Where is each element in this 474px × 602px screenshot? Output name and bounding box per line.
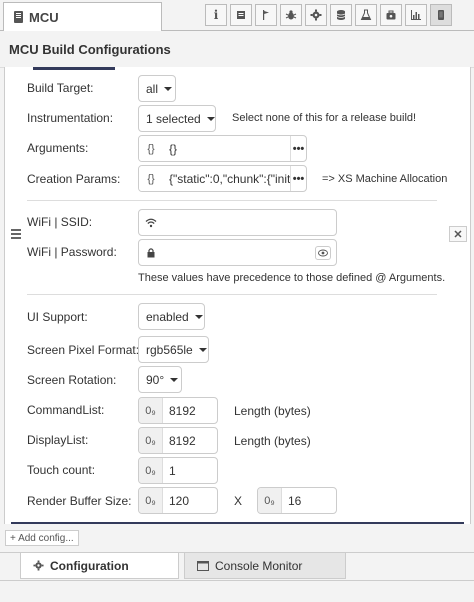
command-list-unit: Length (bytes) bbox=[234, 404, 311, 418]
chevron-down-icon bbox=[194, 314, 203, 319]
gear-icon[interactable] bbox=[305, 4, 327, 26]
mcu-tab-icon[interactable] bbox=[430, 4, 452, 26]
more-button[interactable]: ••• bbox=[290, 166, 306, 191]
number-icon: 0₉ bbox=[258, 488, 282, 513]
pixel-format-value: rgb565le bbox=[146, 342, 193, 357]
render-buffer-height-input[interactable]: 0₉ 16 bbox=[257, 487, 337, 514]
render-buffer-x: X bbox=[234, 494, 243, 508]
render-buffer-width-value: 120 bbox=[169, 493, 190, 508]
flag-icon[interactable] bbox=[255, 4, 277, 26]
mcu-icon bbox=[14, 11, 23, 23]
tab-console-monitor-label: Console Monitor bbox=[215, 558, 303, 573]
command-list-value: 8192 bbox=[169, 403, 196, 418]
top-tab-bar: MCU i bbox=[0, 0, 474, 31]
page-title: MCU Build Configurations bbox=[0, 32, 474, 68]
render-buffer-height-value: 16 bbox=[288, 493, 302, 508]
chevron-down-icon bbox=[170, 377, 179, 382]
touch-count-value: 1 bbox=[169, 463, 176, 478]
json-icon: {} bbox=[139, 166, 163, 191]
rotation-label: Screen Rotation: bbox=[27, 373, 117, 387]
creation-params-label: Creation Params: bbox=[27, 172, 121, 186]
database-icon[interactable] bbox=[330, 4, 352, 26]
wifi-password-input[interactable] bbox=[138, 239, 337, 266]
rotation-value: 90° bbox=[146, 372, 165, 387]
instrumentation-label: Instrumentation: bbox=[27, 111, 114, 125]
render-buffer-label: Render Buffer Size: bbox=[27, 494, 132, 508]
build-target-value: all bbox=[146, 81, 159, 96]
panel-bottom-accent bbox=[11, 522, 464, 524]
json-icon: {} bbox=[139, 136, 163, 161]
gear-icon bbox=[33, 560, 44, 571]
drag-handle-icon[interactable] bbox=[11, 229, 21, 241]
book-icon[interactable] bbox=[230, 4, 252, 26]
bottom-tab-bar: Configuration Console Monitor bbox=[0, 552, 474, 579]
render-buffer-width-input[interactable]: 0₉ 120 bbox=[138, 487, 218, 514]
flask-icon[interactable] bbox=[355, 4, 377, 26]
display-list-label: DisplayList: bbox=[27, 433, 89, 447]
lock-icon bbox=[139, 240, 163, 265]
ui-support-select[interactable]: enabled bbox=[138, 303, 205, 330]
tab-configuration-label: Configuration bbox=[50, 558, 129, 573]
instrumentation-note: Select none of this for a release build! bbox=[232, 112, 417, 124]
tab-configuration[interactable]: Configuration bbox=[20, 553, 179, 579]
status-bar bbox=[0, 580, 474, 602]
divider bbox=[27, 200, 437, 201]
number-icon: 0₉ bbox=[139, 458, 163, 483]
add-config-button[interactable]: + Add config... bbox=[5, 530, 79, 546]
display-list-input[interactable]: 0₉ 8192 bbox=[138, 427, 218, 454]
eye-icon[interactable] bbox=[315, 245, 331, 260]
command-list-label: CommandList: bbox=[27, 403, 105, 417]
close-icon[interactable]: ✕ bbox=[449, 226, 467, 242]
tab-console-monitor[interactable]: Console Monitor bbox=[184, 553, 346, 579]
build-target-label: Build Target: bbox=[27, 81, 94, 95]
touch-count-label: Touch count: bbox=[27, 463, 96, 477]
info-icon[interactable]: i bbox=[205, 4, 227, 26]
creation-params-input[interactable]: {} {"static":0,"chunk":{"initial": ••• bbox=[138, 165, 307, 192]
number-icon: 0₉ bbox=[139, 398, 163, 423]
sidebar-icon-strip: i bbox=[205, 4, 452, 26]
arguments-input[interactable]: {} {} ••• bbox=[138, 135, 307, 162]
pixel-format-label: Screen Pixel Format: bbox=[27, 343, 140, 357]
ui-support-label: UI Support: bbox=[27, 310, 88, 324]
chart-icon[interactable] bbox=[405, 4, 427, 26]
chevron-down-icon bbox=[206, 116, 215, 121]
bug-icon[interactable] bbox=[280, 4, 302, 26]
tab-mcu[interactable]: MCU bbox=[3, 2, 162, 31]
number-icon: 0₉ bbox=[139, 428, 163, 453]
config-panel: Build Target: all Instrumentation: 1 sel… bbox=[4, 67, 471, 524]
wifi-ssid-label: WiFi | SSID: bbox=[27, 215, 93, 229]
terminal-icon bbox=[197, 560, 209, 571]
number-icon: 0₉ bbox=[139, 488, 163, 513]
divider bbox=[27, 294, 437, 295]
wifi-icon bbox=[139, 210, 163, 235]
display-list-value: 8192 bbox=[169, 433, 196, 448]
suitcase-icon[interactable] bbox=[380, 4, 402, 26]
wifi-ssid-input[interactable] bbox=[138, 209, 337, 236]
pixel-format-select[interactable]: rgb565le bbox=[138, 336, 209, 363]
wifi-password-label: WiFi | Password: bbox=[27, 245, 117, 259]
rotation-select[interactable]: 90° bbox=[138, 366, 182, 393]
ui-support-value: enabled bbox=[146, 309, 189, 324]
creation-params-note: => XS Machine Allocation bbox=[322, 173, 448, 185]
creation-params-value: {"static":0,"chunk":{"initial": bbox=[169, 171, 290, 186]
instrumentation-value: 1 selected bbox=[146, 111, 201, 126]
chevron-down-icon bbox=[198, 347, 207, 352]
build-target-select[interactable]: all bbox=[138, 75, 176, 102]
touch-count-input[interactable]: 0₉ 1 bbox=[138, 457, 218, 484]
arguments-value: {} bbox=[169, 141, 178, 156]
display-list-unit: Length (bytes) bbox=[234, 434, 311, 448]
wifi-note: These values have precedence to those de… bbox=[138, 272, 446, 284]
more-button[interactable]: ••• bbox=[290, 136, 306, 161]
panel-top-accent bbox=[33, 67, 115, 70]
chevron-down-icon bbox=[164, 86, 173, 91]
arguments-label: Arguments: bbox=[27, 141, 89, 155]
instrumentation-select[interactable]: 1 selected bbox=[138, 105, 216, 132]
command-list-input[interactable]: 0₉ 8192 bbox=[138, 397, 218, 424]
tab-mcu-label: MCU bbox=[29, 9, 59, 25]
